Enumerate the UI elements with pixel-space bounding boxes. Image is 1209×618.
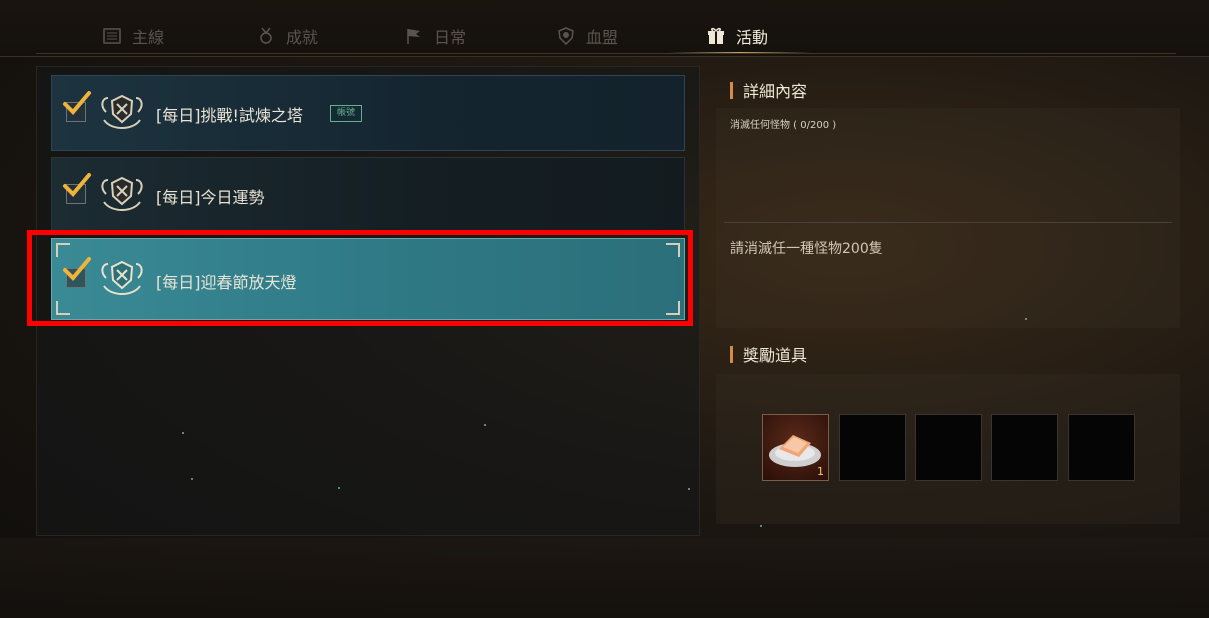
sparkle <box>182 432 184 434</box>
tab-achievement[interactable]: 成就 <box>256 18 318 54</box>
tab-label: 活動 <box>736 28 769 47</box>
tab-main-quest[interactable]: 主線 <box>102 18 164 54</box>
details-divider <box>724 222 1172 223</box>
quest-description: 請消滅任一種怪物200隻 <box>730 241 883 257</box>
selection-highlight <box>27 230 693 326</box>
tab-label: 日常 <box>434 28 467 47</box>
tab-label: 血盟 <box>586 28 619 47</box>
section-bar <box>730 81 733 99</box>
sparkle <box>191 478 193 480</box>
clan-emblem-icon <box>101 94 143 130</box>
sparkle <box>484 424 486 426</box>
check-icon <box>63 91 91 115</box>
check-icon <box>63 173 91 197</box>
section-title-text: 獎勵道具 <box>743 346 808 365</box>
medal-icon <box>256 26 276 46</box>
clan-emblem-icon <box>101 176 143 212</box>
quest-item-fortune[interactable]: [每日]今日運勢 <box>51 157 685 233</box>
details-section-title: 詳細內容 <box>730 78 807 102</box>
tab-clan[interactable]: 血盟 <box>556 18 618 54</box>
section-bar <box>730 345 733 363</box>
gift-icon <box>706 26 726 46</box>
quest-progress: 消滅任何怪物 ( 0/200 ) <box>730 120 837 131</box>
tab-daily[interactable]: 日常 <box>404 18 466 54</box>
rewards-section-title: 獎勵道具 <box>730 342 807 366</box>
sparkle <box>688 488 690 490</box>
tab-label: 成就 <box>286 28 319 47</box>
reward-slot[interactable] <box>915 414 982 481</box>
scroll-icon <box>102 26 122 46</box>
quest-item-tower[interactable]: [每日]挑戰!試煉之塔 帳號 <box>51 75 685 151</box>
sparkle <box>1025 318 1027 320</box>
reward-slot[interactable] <box>991 414 1058 481</box>
section-title-text: 詳細內容 <box>743 82 808 101</box>
reward-slot[interactable] <box>1068 414 1135 481</box>
sparkle <box>760 525 762 527</box>
reward-slot[interactable] <box>839 414 906 481</box>
tab-divider <box>36 53 1176 54</box>
tab-label: 主線 <box>132 28 165 47</box>
details-box <box>716 108 1180 328</box>
quest-title: [每日]今日運勢 <box>156 188 265 207</box>
sparkle <box>338 487 340 489</box>
tab-event[interactable]: 活動 <box>667 18 813 54</box>
top-tab-bar: 主線 成就 日常 血盟 活動 <box>0 0 1209 57</box>
quest-title: [每日]挑戰!試煉之塔 <box>156 106 303 125</box>
reward-slot[interactable]: 1 <box>762 414 829 481</box>
item-quantity: 1 <box>817 465 824 478</box>
account-badge: 帳號 <box>330 105 363 122</box>
bottom-strip <box>0 538 1209 618</box>
flag-icon <box>404 26 424 46</box>
shield-icon <box>556 26 576 46</box>
